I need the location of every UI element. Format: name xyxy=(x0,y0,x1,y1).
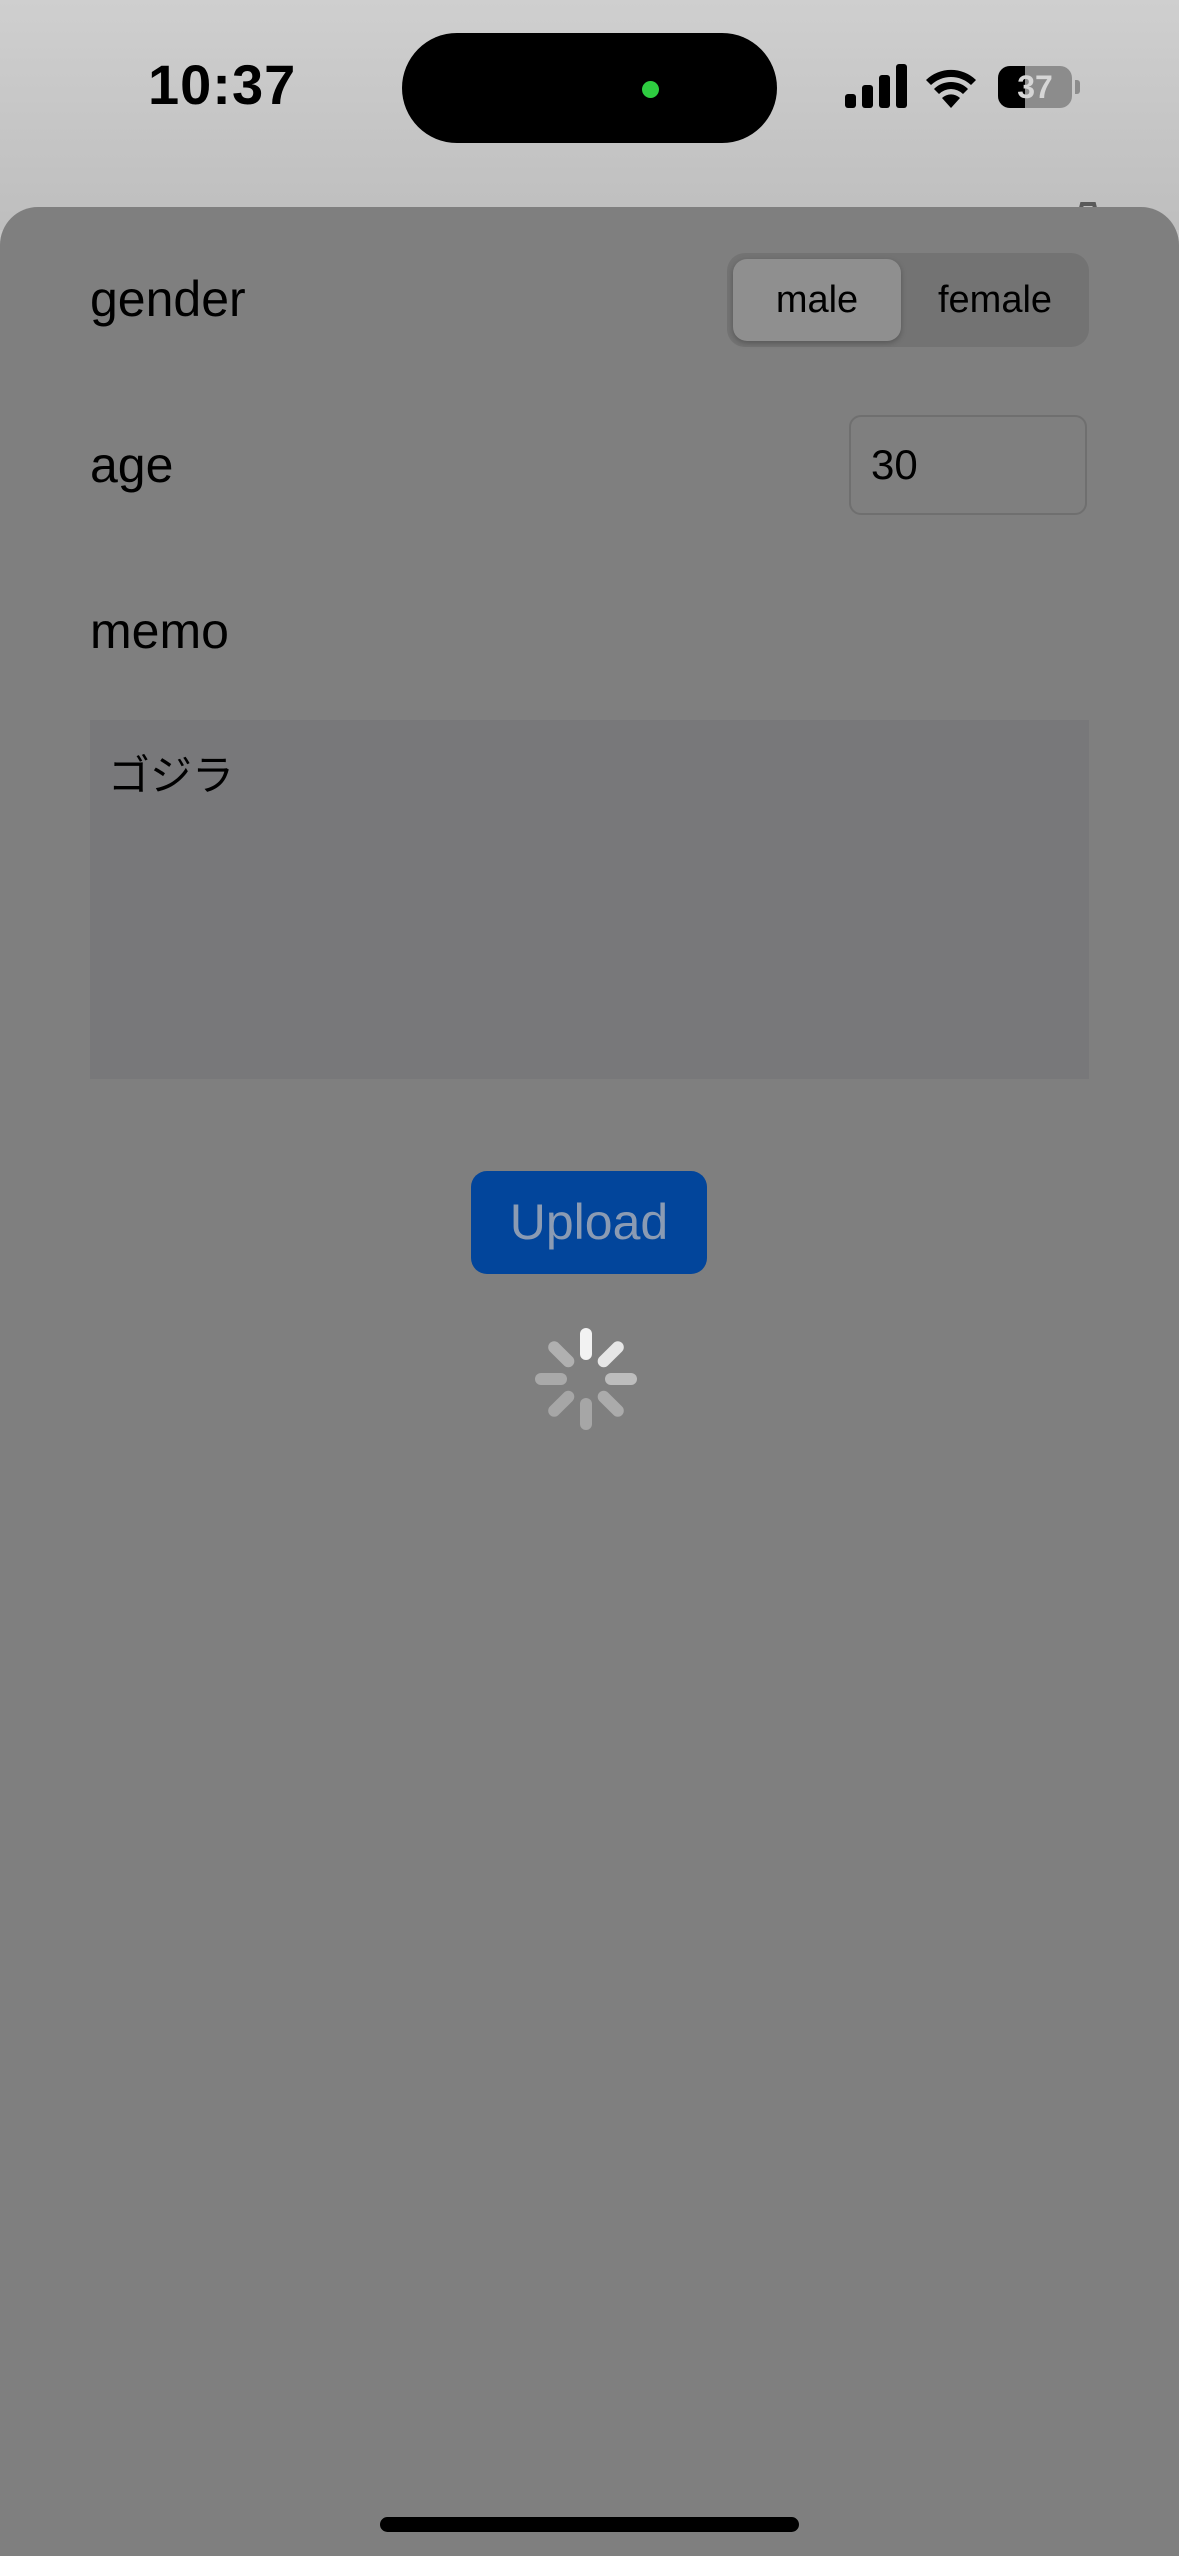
dynamic-island xyxy=(402,33,777,143)
age-label: age xyxy=(90,437,174,493)
upload-button[interactable]: Upload xyxy=(471,1171,707,1274)
gender-segmented-control[interactable]: male female xyxy=(727,253,1089,347)
wifi-icon xyxy=(926,69,976,108)
gender-option-male[interactable]: male xyxy=(733,259,901,341)
cellular-signal-icon xyxy=(845,64,907,108)
battery-level: 37 xyxy=(1017,69,1053,105)
gender-option-female[interactable]: female xyxy=(907,259,1083,341)
memo-label: memo xyxy=(90,603,229,659)
gender-label: gender xyxy=(90,271,246,327)
age-input[interactable]: 30 xyxy=(849,415,1087,515)
status-bar-time: 10:37 xyxy=(148,53,297,116)
home-indicator[interactable] xyxy=(380,2517,799,2532)
memo-textarea[interactable]: ゴジラ xyxy=(90,720,1089,1079)
camera-in-use-indicator xyxy=(642,81,659,98)
activity-spinner-icon xyxy=(535,1328,637,1430)
battery-icon: 37 xyxy=(998,66,1080,108)
